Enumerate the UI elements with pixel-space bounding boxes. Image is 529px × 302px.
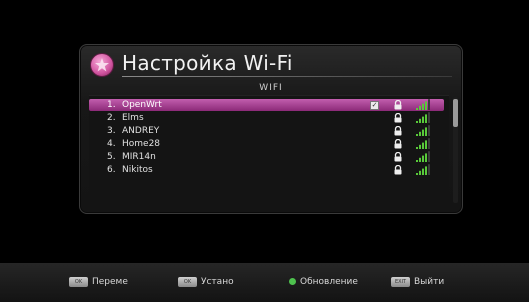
network-row[interactable]: 1. OpenWrt ✓ bbox=[89, 99, 444, 111]
wifi-signal-icon bbox=[416, 112, 430, 123]
wifi-signal-icon bbox=[416, 164, 430, 175]
network-list: 1. OpenWrt ✓ 2. Elms 3. ANDREY 4. Home28 5. MIR14n… bbox=[89, 95, 449, 206]
install-hint[interactable]: OK Устано bbox=[178, 276, 234, 288]
remote-key-icon: EXIT bbox=[391, 276, 410, 287]
install-label: Устано bbox=[201, 277, 234, 287]
network-number: 2. bbox=[107, 113, 116, 123]
screen: Настройка Wi-Fi WIFI 1. OpenWrt ✓ 2. Elms 3. A… bbox=[0, 0, 529, 302]
exit-hint[interactable]: EXIT Выйти bbox=[391, 276, 444, 288]
lock-icon bbox=[394, 100, 402, 110]
remote-key-icon: OK bbox=[178, 276, 197, 287]
lock-icon bbox=[394, 126, 402, 136]
section-label: WIFI bbox=[259, 83, 283, 93]
network-row[interactable]: 5. MIR14n bbox=[89, 151, 444, 163]
star-logo-icon bbox=[90, 53, 114, 77]
network-name: ANDREY bbox=[122, 126, 160, 136]
exit-label: Выйти bbox=[414, 277, 445, 287]
network-name: Home28 bbox=[122, 139, 161, 149]
remote-key-icon: OK bbox=[69, 276, 88, 287]
network-row[interactable]: 6. Nikitos bbox=[89, 164, 444, 176]
network-number: 3. bbox=[107, 126, 116, 136]
lock-icon bbox=[394, 152, 402, 162]
scrollbar[interactable] bbox=[453, 97, 458, 203]
network-number: 6. bbox=[107, 165, 116, 175]
move-hint[interactable]: OK Переме bbox=[69, 276, 128, 288]
network-number: 5. bbox=[107, 152, 116, 162]
checkbox-icon[interactable]: ✓ bbox=[370, 101, 379, 110]
wifi-signal-icon bbox=[416, 151, 430, 162]
network-row[interactable]: 2. Elms bbox=[89, 112, 444, 124]
wifi-settings-dialog: Настройка Wi-Fi WIFI 1. OpenWrt ✓ 2. Elms 3. A… bbox=[79, 44, 463, 214]
title-bar: Настройка Wi-Fi bbox=[80, 45, 462, 77]
network-number: 4. bbox=[107, 139, 116, 149]
network-number: 1. bbox=[107, 100, 116, 110]
wifi-signal-icon bbox=[416, 138, 430, 149]
network-row[interactable]: 4. Home28 bbox=[89, 138, 444, 150]
wifi-signal-icon bbox=[416, 125, 430, 136]
green-dot-icon bbox=[289, 278, 296, 285]
lock-icon bbox=[394, 113, 402, 123]
footer-bar: OK Переме OK Устано Обновление EXIT Выйти bbox=[0, 263, 529, 302]
dialog-title: Настройка Wi-Fi bbox=[122, 51, 293, 75]
move-label: Переме bbox=[92, 277, 128, 287]
network-name: Elms bbox=[122, 113, 144, 123]
scrollbar-thumb[interactable] bbox=[453, 99, 458, 127]
network-name: Nikitos bbox=[122, 165, 153, 175]
wifi-signal-icon bbox=[416, 99, 430, 110]
refresh-hint[interactable]: Обновление bbox=[289, 276, 358, 288]
refresh-label: Обновление bbox=[300, 277, 358, 287]
lock-icon bbox=[394, 139, 402, 149]
network-name: OpenWrt bbox=[122, 100, 162, 110]
title-divider bbox=[122, 76, 452, 77]
network-row[interactable]: 3. ANDREY bbox=[89, 125, 444, 137]
lock-icon bbox=[394, 165, 402, 175]
network-name: MIR14n bbox=[122, 152, 156, 162]
